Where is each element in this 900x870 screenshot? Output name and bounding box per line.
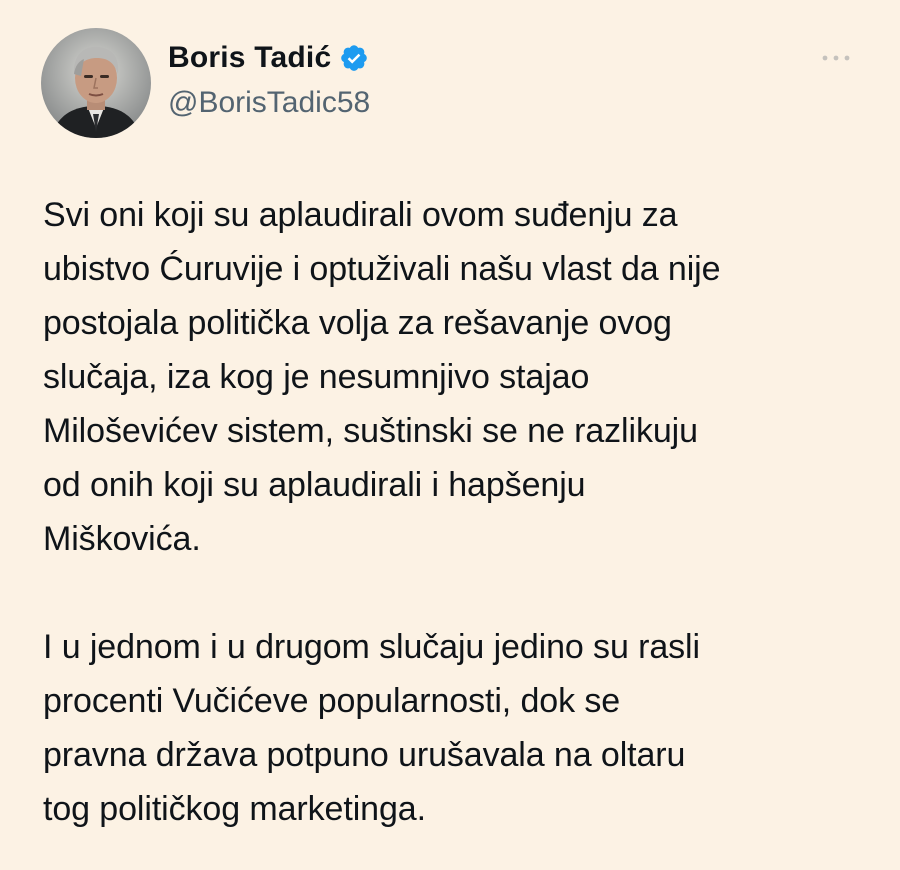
tweet-paragraph: I u jednom i u drugom slučaju jedino su … [43,628,700,828]
author-name-row: Boris Tadić [168,38,369,78]
person-portrait-icon [41,28,151,138]
more-options-icon [822,55,850,61]
avatar[interactable] [41,28,151,138]
verified-badge-icon [339,43,369,73]
tweet-card: Boris Tadić @BorisTadic58 Svi oni koji s… [0,0,900,870]
author-display-name[interactable]: Boris Tadić [168,41,331,75]
tweet-paragraph: Svi oni koji su aplaudirali ovom suđenju… [43,196,721,558]
author-handle[interactable]: @BorisTadic58 [168,86,370,120]
tweet-text: Svi oni koji su aplaudirali ovom suđenju… [43,188,863,836]
more-options-button[interactable] [818,46,854,70]
